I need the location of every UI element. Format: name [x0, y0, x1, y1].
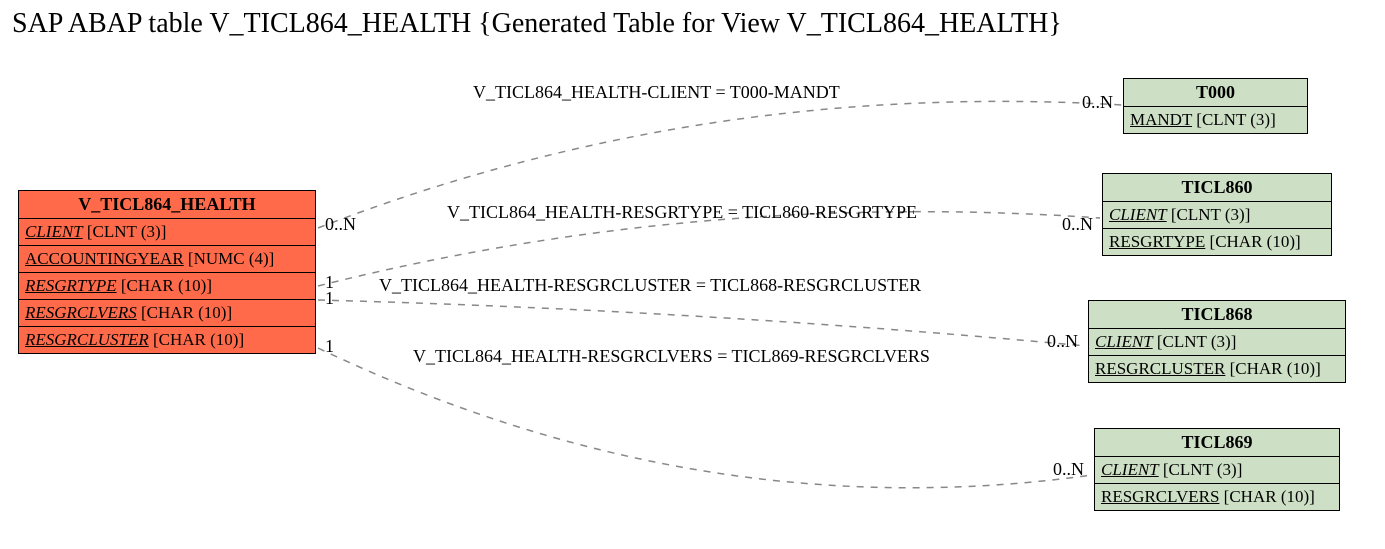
entity-field: CLIENT [CLNT (3)] — [1095, 457, 1339, 484]
entity-header: T000 — [1124, 79, 1307, 107]
entity-ticl860: TICL860 CLIENT [CLNT (3)] RESGRTYPE [CHA… — [1102, 173, 1332, 256]
cardinality-right: 0..N — [1053, 459, 1084, 479]
entity-field: CLIENT [CLNT (3)] — [1089, 329, 1345, 356]
edge-label: V_TICL864_HEALTH-CLIENT = T000-MANDT — [473, 82, 840, 102]
entity-ticl869: TICL869 CLIENT [CLNT (3)] RESGRCLVERS [C… — [1094, 428, 1340, 511]
cardinality-right: 0..N — [1062, 214, 1093, 234]
entity-v-ticl864-health: V_TICL864_HEALTH CLIENT [CLNT (3)] ACCOU… — [18, 190, 316, 354]
entity-field: RESGRCLUSTER [CHAR (10)] — [19, 327, 315, 353]
entity-field: MANDT [CLNT (3)] — [1124, 107, 1307, 133]
entity-field: RESGRTYPE [CHAR (10)] — [1103, 229, 1331, 255]
cardinality-left: 1 — [325, 288, 334, 308]
entity-header: TICL868 — [1089, 301, 1345, 329]
cardinality-left: 0..N — [325, 214, 356, 234]
edge-label: V_TICL864_HEALTH-RESGRCLVERS = TICL869-R… — [413, 346, 930, 366]
entity-field: RESGRTYPE [CHAR (10)] — [19, 273, 315, 300]
entity-field: CLIENT [CLNT (3)] — [1103, 202, 1331, 229]
entity-field: RESGRCLUSTER [CHAR (10)] — [1089, 356, 1345, 382]
cardinality-right: 0..N — [1082, 92, 1113, 112]
cardinality-left: 1 — [325, 336, 334, 356]
entity-field: CLIENT [CLNT (3)] — [19, 219, 315, 246]
entity-header: TICL860 — [1103, 174, 1331, 202]
entity-t000: T000 MANDT [CLNT (3)] — [1123, 78, 1308, 134]
entity-header: V_TICL864_HEALTH — [19, 191, 315, 219]
entity-field: RESGRCLVERS [CHAR (10)] — [19, 300, 315, 327]
entity-ticl868: TICL868 CLIENT [CLNT (3)] RESGRCLUSTER [… — [1088, 300, 1346, 383]
entity-header: TICL869 — [1095, 429, 1339, 457]
cardinality-right: 0..N — [1047, 331, 1078, 351]
entity-field: RESGRCLVERS [CHAR (10)] — [1095, 484, 1339, 510]
page-title: SAP ABAP table V_TICL864_HEALTH {Generat… — [12, 8, 1062, 40]
edge-label: V_TICL864_HEALTH-RESGRCLUSTER = TICL868-… — [379, 275, 921, 295]
edge-label: V_TICL864_HEALTH-RESGRTYPE = TICL860-RES… — [447, 202, 917, 222]
entity-field: ACCOUNTINGYEAR [NUMC (4)] — [19, 246, 315, 273]
cardinality-left: 1 — [325, 272, 334, 292]
